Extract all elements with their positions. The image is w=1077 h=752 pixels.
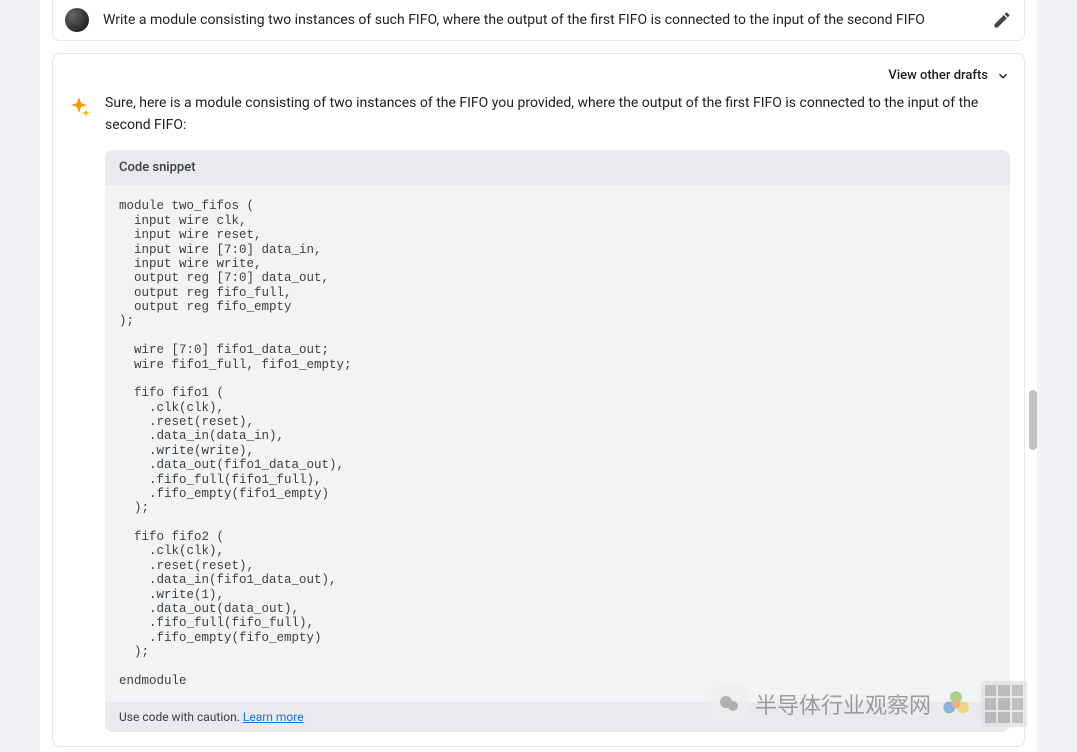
- code-block: Code snippet module two_fifos ( input wi…: [105, 150, 1010, 732]
- user-avatar: [65, 8, 89, 32]
- code-content[interactable]: module two_fifos ( input wire clk, input…: [105, 185, 1010, 702]
- code-header: Code snippet: [105, 150, 1010, 185]
- learn-more-link[interactable]: Learn more: [243, 710, 304, 724]
- edit-icon[interactable]: [992, 10, 1012, 30]
- view-drafts-label: View other drafts: [888, 68, 988, 83]
- user-message-text: Write a module consisting two instances …: [103, 12, 992, 28]
- sparkle-icon: [67, 95, 91, 119]
- view-drafts-toggle[interactable]: View other drafts: [888, 68, 1010, 83]
- chat-page: Write a module consisting two instances …: [40, 0, 1037, 752]
- caution-text: Use code with caution.: [119, 710, 243, 724]
- scrollbar-thumb[interactable]: [1029, 390, 1037, 450]
- chevron-down-icon: [996, 69, 1010, 83]
- response-intro: Sure, here is a module consisting of two…: [105, 93, 1010, 136]
- user-message-card: Write a module consisting two instances …: [52, 0, 1025, 41]
- response-card: View other drafts Sure, here is a module…: [52, 53, 1025, 747]
- code-footer: Use code with caution. Learn more: [105, 702, 1010, 732]
- response-content: Sure, here is a module consisting of two…: [105, 93, 1010, 732]
